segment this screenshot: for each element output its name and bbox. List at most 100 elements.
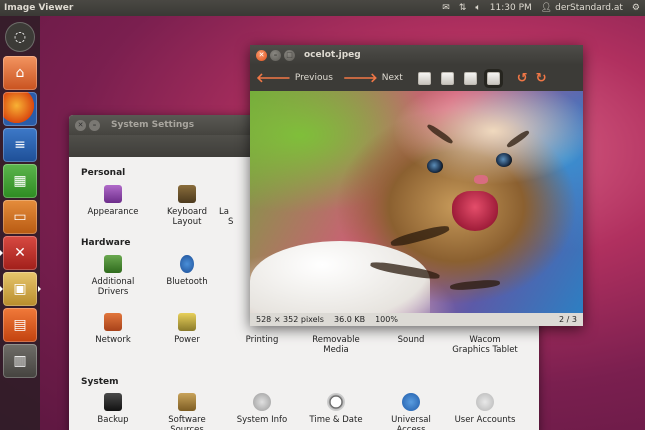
- viewer-toolbar: 🡐 Previous 🡒 Next ↺ ↻: [250, 65, 583, 91]
- system-tray: ✉ ⇅ 🔈︎ 11:30 PM 👤︎ derStandard.at ⚙: [442, 3, 645, 13]
- running-indicator: [0, 286, 3, 292]
- previous-label: Previous: [294, 73, 333, 83]
- photo-left-eye: [427, 159, 443, 173]
- network-icon[interactable]: ⇅: [459, 3, 467, 13]
- software-center-icon[interactable]: ▤: [3, 308, 37, 342]
- rotate-left-icon[interactable]: ↺: [517, 71, 528, 86]
- photo-mouth: [452, 191, 498, 231]
- setting-software-sources[interactable]: Software Sources: [152, 393, 222, 430]
- next-button[interactable]: 🡒 Next: [343, 70, 403, 86]
- running-indicator: [0, 250, 3, 256]
- keyboard-icon: [178, 185, 196, 203]
- setting-label: Backup: [97, 415, 129, 425]
- setting-bluetooth[interactable]: Bluetooth: [152, 255, 222, 287]
- setting-user-accounts[interactable]: User Accounts: [450, 393, 520, 425]
- close-button[interactable]: ✕: [256, 49, 267, 61]
- rotate-right-icon[interactable]: ↻: [536, 71, 547, 86]
- setting-time-date[interactable]: Time & Date: [301, 393, 371, 425]
- setting-label: Wacom Graphics Tablet: [452, 335, 518, 355]
- volume-icon[interactable]: 🔈︎: [475, 3, 480, 13]
- image-viewer-window: ✕ – □ ocelot.jpeg 🡐 Previous 🡒 Next ↺ ↻ …: [250, 45, 583, 326]
- normal-size-icon[interactable]: [463, 71, 477, 85]
- setting-label: Universal Access: [391, 415, 431, 430]
- image-dimensions: 528 × 352 pixels: [256, 315, 324, 324]
- setting-label: Additional Drivers: [91, 277, 135, 297]
- home-folder-icon[interactable]: ⌂: [3, 56, 37, 90]
- image-file-size: 36.0 KB: [333, 315, 366, 324]
- setting-label: Power: [174, 335, 200, 345]
- arrow-left-icon: 🡐: [256, 71, 291, 86]
- photo-stripe: [425, 122, 455, 146]
- setting-network[interactable]: Network: [78, 313, 148, 345]
- setting-label: System Info: [236, 415, 288, 425]
- chip-icon: [104, 255, 122, 273]
- setting-additional-drivers[interactable]: Additional Drivers: [78, 255, 148, 297]
- battery-icon: [178, 313, 196, 331]
- photo-stripe: [505, 129, 531, 149]
- setting-backup[interactable]: Backup: [78, 393, 148, 425]
- close-button[interactable]: ✕: [75, 119, 86, 131]
- calc-icon[interactable]: ▦: [3, 164, 37, 198]
- image-viewer-titlebar[interactable]: ✕ – □ ocelot.jpeg: [250, 45, 583, 65]
- network-icon: [104, 313, 122, 331]
- dash-icon[interactable]: ◌: [5, 22, 35, 52]
- photo-hand: [250, 241, 430, 313]
- package-icon: [178, 393, 196, 411]
- setting-keyboard-layout[interactable]: Keyboard Layout: [152, 185, 222, 227]
- setting-label: Printing: [245, 335, 279, 345]
- setting-label: Sound: [397, 335, 425, 345]
- setting-system-info[interactable]: System Info: [227, 393, 297, 425]
- maximize-button[interactable]: □: [284, 49, 295, 61]
- minimize-button[interactable]: –: [270, 49, 281, 61]
- setting-partial[interactable]: La S: [219, 207, 249, 227]
- best-fit-icon[interactable]: [486, 71, 500, 85]
- image-viewer-icon[interactable]: ▣: [0, 272, 41, 306]
- photo-nose: [474, 175, 488, 184]
- setting-label: S: [228, 217, 234, 227]
- previous-button[interactable]: 🡐 Previous: [256, 70, 333, 86]
- setting-power[interactable]: Power: [152, 313, 222, 345]
- photo-stripe: [389, 223, 451, 249]
- image-position: 2 / 3: [559, 315, 577, 324]
- setting-appearance[interactable]: Appearance: [78, 185, 148, 217]
- clock-icon: [327, 393, 345, 411]
- setting-label: Appearance: [87, 207, 139, 217]
- safe-icon: [104, 393, 122, 411]
- zoom-out-icon[interactable]: [440, 71, 454, 85]
- users-icon: [476, 393, 494, 411]
- workspace-switcher-icon[interactable]: ▥: [3, 344, 37, 378]
- next-label: Next: [381, 73, 403, 83]
- launcher: ◌ ⌂ ≡ ▦ ▭ ✕ ▣ ▤ ▥: [0, 16, 41, 430]
- section-hardware: Hardware: [81, 238, 131, 248]
- active-app-title: Image Viewer: [4, 3, 74, 13]
- section-system: System: [81, 377, 119, 387]
- user-icon: 👤︎: [540, 3, 553, 13]
- setting-label: Removable Media: [312, 335, 360, 355]
- impress-icon[interactable]: ▭: [3, 200, 37, 234]
- setting-label: User Accounts: [454, 415, 516, 425]
- accessibility-icon: [402, 393, 420, 411]
- zoom-level: 100%: [375, 315, 398, 324]
- minimize-button[interactable]: –: [89, 119, 100, 131]
- section-personal: Personal: [81, 168, 126, 178]
- window-title: System Settings: [111, 120, 195, 130]
- arrow-right-icon: 🡒: [342, 71, 378, 86]
- system-settings-icon[interactable]: ✕: [0, 236, 37, 270]
- ocelot-photo: [250, 91, 583, 313]
- clock[interactable]: 11:30 PM: [490, 3, 532, 13]
- top-panel: Image Viewer ✉ ⇅ 🔈︎ 11:30 PM 👤︎ derStand…: [0, 0, 645, 16]
- user-name: derStandard.at: [555, 3, 623, 13]
- user-menu[interactable]: 👤︎ derStandard.at: [541, 3, 623, 13]
- bluetooth-icon: [180, 255, 194, 273]
- mail-icon[interactable]: ✉: [442, 3, 450, 13]
- setting-label: Network: [95, 335, 131, 345]
- photo-stripe: [449, 278, 501, 292]
- firefox-icon[interactable]: [3, 92, 37, 126]
- setting-label: Keyboard Layout: [167, 207, 207, 227]
- writer-icon[interactable]: ≡: [3, 128, 37, 162]
- setting-label: Software Sources: [168, 415, 206, 430]
- gear-icon[interactable]: ⚙: [632, 3, 640, 13]
- setting-universal-access[interactable]: Universal Access: [376, 393, 446, 430]
- viewer-statusbar: 528 × 352 pixels 36.0 KB 100% 2 / 3: [250, 313, 583, 326]
- zoom-in-icon[interactable]: [417, 71, 431, 85]
